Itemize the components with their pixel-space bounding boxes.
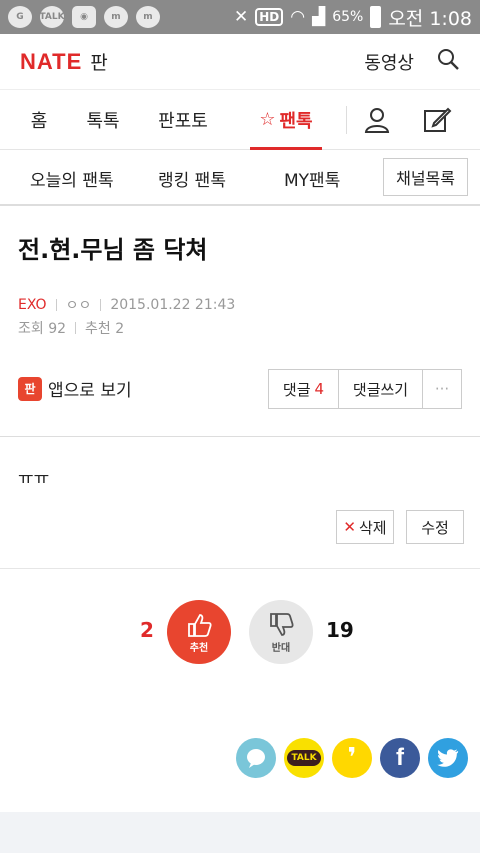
banner-strip bbox=[0, 812, 480, 853]
comment-buttons: 댓글 4 댓글쓰기 ··· bbox=[268, 369, 462, 409]
write-comment-button[interactable]: 댓글쓰기 bbox=[339, 370, 423, 408]
divider bbox=[0, 568, 480, 569]
main-nav: 홈 톡톡 판포토 ☆ 팬톡 bbox=[0, 90, 480, 150]
delete-button[interactable]: ✕ 삭제 bbox=[336, 510, 394, 544]
user-icon[interactable] bbox=[347, 90, 407, 150]
nate-logo[interactable]: NATE bbox=[20, 49, 82, 75]
downvote-label: 반대 bbox=[271, 642, 291, 654]
write-icon[interactable] bbox=[407, 90, 467, 150]
clock: 오전 1:08 bbox=[388, 7, 472, 30]
tab-fantok[interactable]: ☆ 팬톡 bbox=[250, 90, 322, 150]
status-bar: G TALK ◉ m m ✕ HD ◠ ▟ 65% 오전 1:08 bbox=[0, 0, 480, 34]
hd-badge: HD bbox=[255, 8, 284, 26]
post-author: ㅇㅇ bbox=[65, 298, 92, 314]
twitter-share-icon[interactable] bbox=[428, 738, 468, 778]
recommend-count: 추천 2 bbox=[85, 321, 125, 337]
post-stats: 조회 92 추천 2 bbox=[18, 318, 124, 338]
mute-icon: ✕ bbox=[234, 7, 249, 27]
tab-panphoto[interactable]: 판포토 bbox=[128, 90, 238, 150]
subnav-ranking[interactable]: 랭킹 팬톡 bbox=[158, 150, 226, 206]
signal-icon: ▟ bbox=[312, 7, 326, 27]
share-buttons: TALK ❜ f bbox=[236, 738, 468, 778]
band-share-icon[interactable] bbox=[236, 738, 276, 778]
instagram-icon: ◉ bbox=[72, 6, 96, 28]
search-icon[interactable] bbox=[436, 47, 460, 76]
subnav-my[interactable]: MY팬톡 bbox=[284, 150, 340, 206]
comments-button[interactable]: 댓글 4 bbox=[269, 370, 339, 408]
pann-app-icon: 판 bbox=[18, 376, 42, 401]
facebook-share-icon[interactable]: f bbox=[380, 738, 420, 778]
top-bar: NATE 판 동영상 bbox=[0, 34, 480, 90]
comments-count: 4 bbox=[314, 380, 325, 398]
divider bbox=[0, 436, 480, 437]
google-icon: G bbox=[8, 6, 32, 28]
post-title: 전.현.무님 좀 닥쳐 bbox=[18, 236, 208, 264]
comments-label: 댓글 bbox=[282, 380, 311, 399]
thumbs-down-icon bbox=[270, 612, 294, 636]
post-datetime: 2015.01.22 21:43 bbox=[110, 297, 236, 313]
downvote-count: 19 bbox=[326, 618, 354, 642]
tab-fantok-label: 팬톡 bbox=[279, 110, 313, 132]
battery-percent: 65% bbox=[332, 9, 364, 25]
kakaotalk-notification-icon: TALK bbox=[39, 6, 65, 28]
battery-icon bbox=[370, 6, 382, 28]
upvote-label: 추천 bbox=[189, 642, 209, 654]
messenger-icon: m bbox=[104, 6, 128, 28]
thumbs-up-icon bbox=[188, 613, 212, 637]
close-icon: ✕ bbox=[343, 518, 356, 536]
post-category[interactable]: EXO bbox=[18, 297, 47, 313]
edit-controls: ✕ 삭제 수정 bbox=[336, 510, 464, 544]
upvote-button[interactable]: 추천 bbox=[167, 600, 231, 664]
talk-label: TALK bbox=[287, 750, 321, 766]
view-count: 조회 92 bbox=[18, 321, 67, 337]
kakaostory-share-icon[interactable]: ❜ bbox=[332, 738, 372, 778]
vote-section: 2 추천 반대 19 bbox=[0, 600, 480, 670]
star-icon: ☆ bbox=[259, 109, 276, 130]
edit-button[interactable]: 수정 bbox=[406, 510, 464, 544]
downvote-button[interactable]: 반대 bbox=[249, 600, 313, 664]
upvote-count: 2 bbox=[140, 618, 154, 642]
wifi-icon: ◠ bbox=[290, 7, 306, 27]
subnav-today[interactable]: 오늘의 팬톡 bbox=[30, 150, 114, 206]
section-name[interactable]: 판 bbox=[90, 48, 107, 75]
meta-separator bbox=[75, 322, 77, 334]
video-link[interactable]: 동영상 bbox=[364, 49, 414, 75]
app-view-link[interactable]: 판 앱으로 보기 bbox=[18, 376, 132, 401]
meta-separator bbox=[100, 299, 102, 311]
tab-home[interactable]: 홈 bbox=[0, 90, 78, 150]
kakaotalk-share-icon[interactable]: TALK bbox=[284, 738, 324, 778]
post-body: ㅠㅠ bbox=[18, 469, 50, 489]
app-view-label: 앱으로 보기 bbox=[48, 381, 132, 401]
sub-nav: 오늘의 팬톡 랭킹 팬톡 MY팬톡 채널목록 bbox=[0, 150, 480, 206]
meta-separator bbox=[55, 299, 57, 311]
delete-label: 삭제 bbox=[358, 518, 387, 537]
channel-list-button[interactable]: 채널목록 bbox=[383, 158, 468, 196]
messenger-icon-2: m bbox=[136, 6, 160, 28]
post-meta: EXO ㅇㅇ 2015.01.22 21:43 bbox=[18, 295, 235, 315]
more-button[interactable]: ··· bbox=[423, 370, 461, 408]
tab-toktok[interactable]: 톡톡 bbox=[78, 90, 128, 150]
